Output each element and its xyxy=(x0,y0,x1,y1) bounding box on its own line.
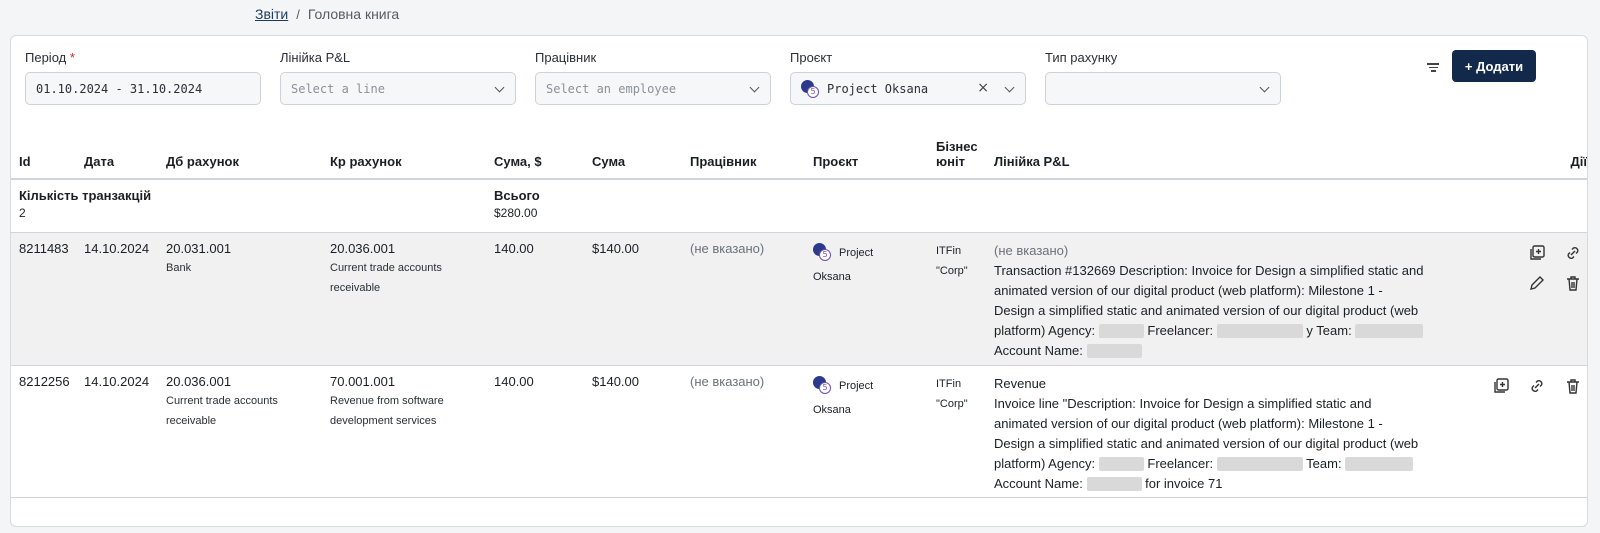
account-type-select[interactable] xyxy=(1045,72,1281,105)
header-business-unit[interactable]: Бізнес юніт xyxy=(928,131,986,180)
total-amount: Всього $280.00 xyxy=(486,179,682,233)
period-label: Період * xyxy=(25,50,75,65)
redacted-text xyxy=(1216,324,1303,339)
redacted-text xyxy=(1345,457,1414,472)
project-icon: 5 xyxy=(813,375,831,394)
cell-date: 14.10.2024 xyxy=(76,365,158,498)
breadcrumb-separator: / xyxy=(296,6,300,22)
clear-icon[interactable]: × xyxy=(977,80,989,96)
header-debit[interactable]: Дб рахунок xyxy=(158,131,322,180)
project-label: Проєкт xyxy=(790,50,833,65)
header-project[interactable]: Проєкт xyxy=(805,131,928,180)
header-pl-line[interactable]: Лінійка P&L xyxy=(986,131,1446,180)
transaction-count: Кількість транзакцій 2 xyxy=(11,179,322,233)
redacted-text xyxy=(1086,477,1142,492)
project-icon: 5 xyxy=(813,242,831,261)
cell-amount: $140.00 xyxy=(584,232,682,366)
filter-employee: Працівник Select an employee xyxy=(535,50,771,105)
delete-icon[interactable] xyxy=(1564,274,1582,292)
project-icon: 5 xyxy=(801,79,819,98)
account-type-label: Тип рахунку xyxy=(1045,50,1118,65)
cell-business-unit: ITFin "Corp" xyxy=(928,232,986,366)
cell-date: 14.10.2024 xyxy=(76,232,158,366)
summary-row: Кількість транзакцій 2 Всього $280.00 xyxy=(11,179,1587,233)
cell-amount-usd: 140.00 xyxy=(486,365,584,498)
cell-id: 8211483 xyxy=(11,232,76,366)
table-row[interactable]: 8212256 14.10.2024 20.036.001 Current tra… xyxy=(11,365,1587,498)
link-icon[interactable] xyxy=(1528,377,1546,395)
redacted-text xyxy=(1098,457,1144,472)
cell-project: 5 Project Oksana xyxy=(805,232,928,366)
cell-debit: 20.036.001 Current trade accounts receiva… xyxy=(158,365,322,498)
header-credit[interactable]: Кр рахунок xyxy=(322,131,486,180)
cell-pl-line: (не вказано) Transaction #132669 Descrip… xyxy=(986,232,1446,366)
duplicate-icon[interactable] xyxy=(1492,377,1510,395)
redacted-text xyxy=(1086,344,1142,359)
redacted-text xyxy=(1098,324,1144,339)
cell-business-unit: ITFin "Corp" xyxy=(928,365,986,498)
cell-pl-line: Revenue Invoice line "Description: Invoi… xyxy=(986,365,1446,498)
duplicate-icon[interactable] xyxy=(1528,244,1546,262)
header-amount[interactable]: Сума xyxy=(584,131,682,180)
header-employee[interactable]: Працівник xyxy=(682,131,805,180)
table-row[interactable]: 8211483 14.10.2024 20.031.001 Bank 20.036… xyxy=(11,232,1587,366)
cell-project: 5 Project Oksana xyxy=(805,365,928,498)
add-button[interactable]: + Додати xyxy=(1452,50,1536,82)
project-select[interactable]: 5 Project Oksana × xyxy=(790,72,1026,105)
cell-credit: 70.001.001 Revenue from software developm… xyxy=(322,365,486,498)
cell-debit: 20.031.001 Bank xyxy=(158,232,322,366)
redacted-text xyxy=(1216,457,1303,472)
pl-line-select[interactable]: Select a line xyxy=(280,72,516,105)
cell-actions xyxy=(1446,365,1587,498)
header-amount-usd[interactable]: Сума, $ xyxy=(486,131,584,180)
header-date[interactable]: Дата xyxy=(76,131,158,180)
header-actions: Дії xyxy=(1446,131,1587,180)
header-id[interactable]: Id xyxy=(11,131,76,180)
breadcrumb: Звіти / Головна книга xyxy=(255,6,399,22)
ledger-table: Id Дата Дб рахунок Кр рахунок Сума, $ Су… xyxy=(11,131,1587,498)
period-input[interactable]: 01.10.2024 - 31.10.2024 xyxy=(25,72,261,105)
filter-pl-line: Лінійка P&L Select a line xyxy=(280,50,516,105)
breadcrumb-reports-link[interactable]: Звіти xyxy=(255,6,288,22)
cell-employee: (не вказано) xyxy=(682,232,805,366)
pl-line-label: Лінійка P&L xyxy=(280,50,351,65)
cell-credit: 20.036.001 Current trade accounts receiva… xyxy=(322,232,486,366)
cell-id: 8212256 xyxy=(11,365,76,498)
link-icon[interactable] xyxy=(1564,244,1582,262)
table-header: Id Дата Дб рахунок Кр рахунок Сума, $ Су… xyxy=(11,131,1587,180)
ledger-card: Період * 01.10.2024 - 31.10.2024 Лінійка… xyxy=(10,35,1588,527)
chevron-down-icon xyxy=(494,82,505,93)
cell-actions xyxy=(1446,232,1587,366)
chevron-down-icon xyxy=(1004,82,1015,93)
breadcrumb-current: Головна книга xyxy=(307,6,400,22)
cell-amount-usd: 140.00 xyxy=(486,232,584,366)
cell-amount: $140.00 xyxy=(584,365,682,498)
chevron-down-icon xyxy=(749,82,760,93)
filter-period: Період * 01.10.2024 - 31.10.2024 xyxy=(25,50,261,105)
employee-label: Працівник xyxy=(535,50,597,65)
filter-account-type: Тип рахунку xyxy=(1045,50,1281,105)
employee-select[interactable]: Select an employee xyxy=(535,72,771,105)
filter-project: Проєкт 5 Project Oksana × xyxy=(790,50,1026,105)
edit-icon[interactable] xyxy=(1528,274,1546,292)
delete-icon[interactable] xyxy=(1564,377,1582,395)
redacted-text xyxy=(1355,324,1424,339)
filter-icon[interactable] xyxy=(1426,61,1440,74)
chevron-down-icon xyxy=(1259,82,1270,93)
cell-employee: (не вказано) xyxy=(682,365,805,498)
